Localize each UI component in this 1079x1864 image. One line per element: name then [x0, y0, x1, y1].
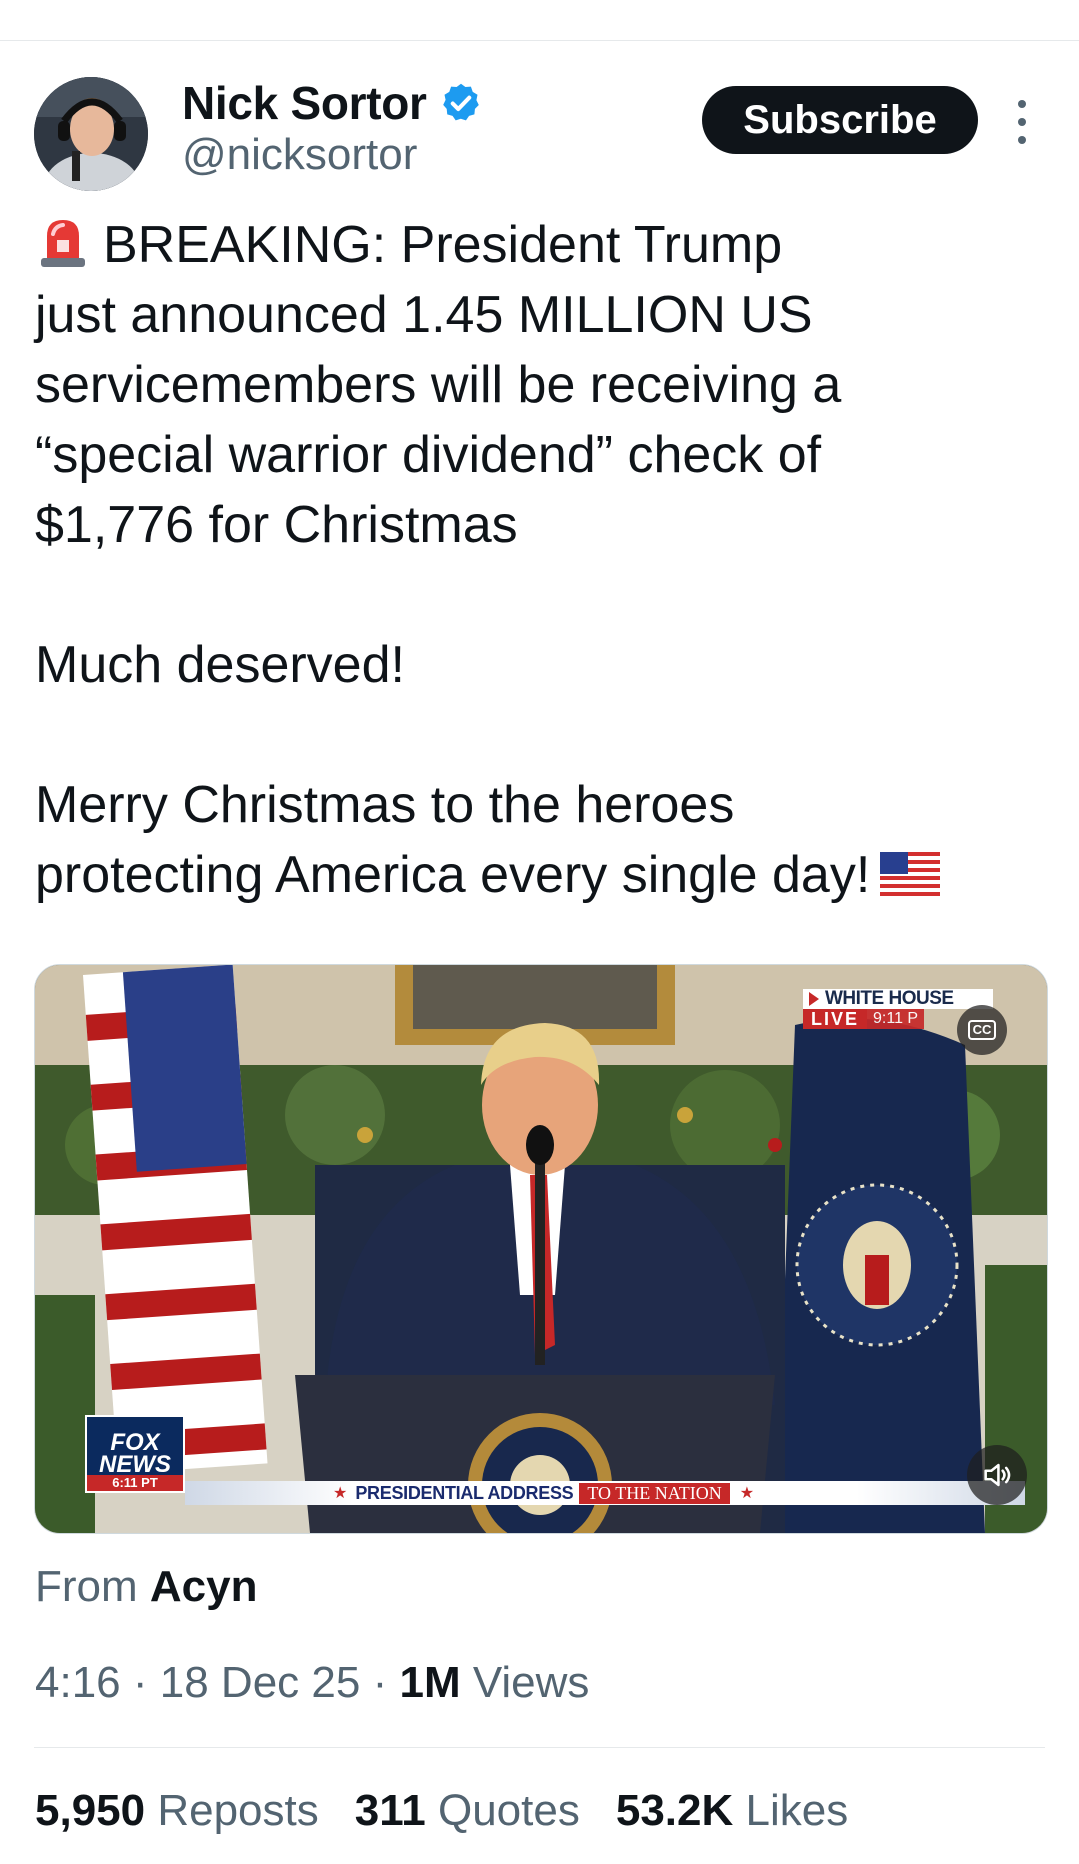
verified-badge-icon	[442, 83, 479, 121]
tweet-line-3: servicemembers will be receiving a	[35, 356, 842, 414]
more-options-icon[interactable]	[1010, 100, 1034, 144]
tweet-line-4: “special warrior dividend” check of	[35, 426, 822, 484]
white-house-label: WHITE HOUSE	[803, 988, 993, 1009]
avatar[interactable]	[34, 77, 148, 191]
tweet-line-2: just announced 1.45 MILLION US	[35, 286, 813, 344]
police-light-icon	[41, 220, 85, 267]
stats-divider	[34, 1747, 1045, 1748]
tweet-time[interactable]: 4:16	[35, 1658, 121, 1707]
views-label: Views	[472, 1658, 590, 1707]
tweet-line-6: Much deserved!	[35, 636, 405, 694]
speaker-muted-icon	[984, 1463, 1011, 1487]
author-handle[interactable]: @nicksortor	[182, 130, 417, 180]
us-flag-icon	[880, 852, 941, 896]
tweet-line-8: protecting America every single day!	[35, 840, 1035, 910]
subscribe-button[interactable]: Subscribe	[702, 86, 978, 154]
engagement-stats: 5,950 Reposts 311 Quotes 53.2K Likes	[35, 1786, 884, 1836]
star-icon: ★	[333, 1485, 348, 1502]
quotes-label: Quotes	[437, 1786, 580, 1835]
source-name[interactable]: Acyn	[150, 1562, 258, 1611]
star-icon: ★	[739, 1485, 755, 1502]
source-prefix: From	[35, 1562, 138, 1611]
closed-captions-button[interactable]: CC	[957, 1005, 1007, 1055]
video-player[interactable]: WHITE HOUSE LIVE 9:11 P CC FOX NEWS 6:11…	[34, 964, 1048, 1534]
tweet-line-7: Merry Christmas to the heroes	[35, 776, 735, 834]
tweet-meta: 4:16 · 18 Dec 25 · 1M Views	[35, 1658, 590, 1707]
tweet-text: BREAKING: President Trump just announced…	[35, 210, 1035, 910]
news-ticker: ★ PRESIDENTIAL ADDRESS TO THE NATION ★	[185, 1481, 1025, 1505]
top-divider	[0, 40, 1079, 41]
reposts-label: Reposts	[157, 1786, 319, 1835]
volume-muted-button[interactable]	[967, 1445, 1027, 1505]
views-count: 1M	[399, 1658, 461, 1707]
likes-count: 53.2K	[615, 1786, 734, 1835]
tweet-date[interactable]: 18 Dec 25	[160, 1658, 361, 1707]
video-source[interactable]: From Acyn	[35, 1562, 257, 1612]
fox-time: 6:11 PT	[85, 1475, 185, 1493]
display-name[interactable]: Nick Sortor	[182, 76, 427, 130]
tweet-line-5: $1,776 for Christmas	[35, 496, 518, 554]
quotes-count: 311	[354, 1786, 426, 1835]
author-name-row[interactable]: Nick Sortor	[182, 76, 483, 130]
likes-label: Likes	[745, 1786, 849, 1835]
likes-stat[interactable]: 53.2K Likes	[616, 1786, 848, 1836]
reposts-stat[interactable]: 5,950 Reposts	[35, 1786, 319, 1836]
tweet-line-1-text: BREAKING: President Trump	[103, 216, 783, 274]
video-frame-image	[35, 965, 1047, 1533]
ticker-right-text: TO THE NATION	[579, 1482, 730, 1504]
quotes-stat[interactable]: 311 Quotes	[355, 1786, 580, 1836]
live-time: 9:11 P	[867, 1009, 925, 1029]
tweet-line-1: BREAKING: President Trump	[35, 210, 1035, 280]
live-badge: LIVE	[803, 1009, 868, 1029]
ticker-left-text: PRESIDENTIAL ADDRESS	[355, 1482, 574, 1503]
tweet-line-8-text: protecting America every single day!	[35, 846, 871, 904]
fox-news-logo: FOX NEWS 6:11 PT	[85, 1415, 185, 1493]
reposts-count: 5,950	[35, 1786, 146, 1835]
